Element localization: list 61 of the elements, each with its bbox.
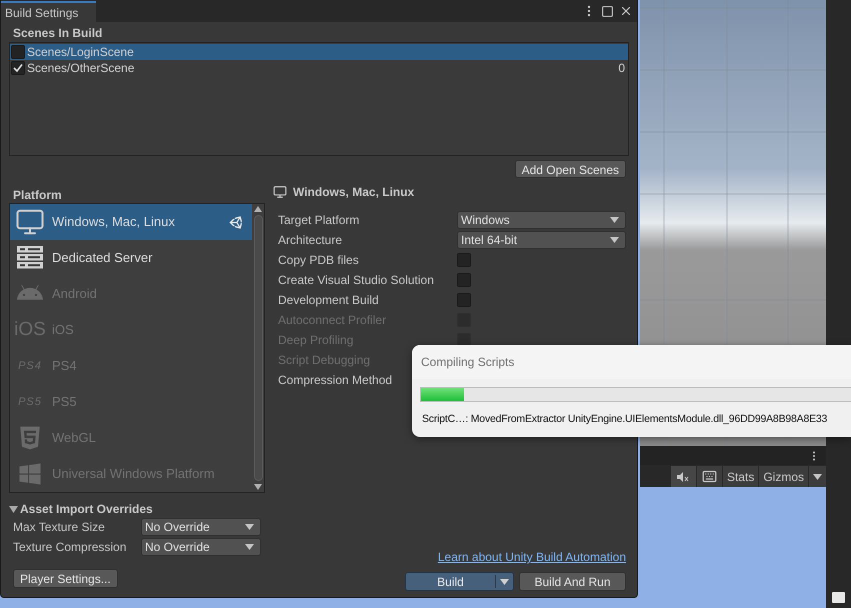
setting-label: Development Build xyxy=(278,293,379,307)
add-open-scenes-button[interactable]: Add Open Scenes xyxy=(514,160,626,178)
dropdown[interactable]: No Override xyxy=(141,538,261,556)
dropdown[interactable]: Windows xyxy=(457,211,626,229)
scroll-down-icon[interactable] xyxy=(254,484,262,490)
dropdown[interactable]: No Override xyxy=(141,518,261,536)
scene-name: Scenes/OtherScene xyxy=(27,60,136,77)
field-label: Texture Compression xyxy=(13,539,128,556)
checkbox[interactable] xyxy=(457,273,471,287)
scene-index: 0 xyxy=(618,60,625,77)
section-title: Scenes In Build xyxy=(12,25,104,42)
keyboard-button[interactable] xyxy=(696,466,722,487)
caret-icon xyxy=(245,544,254,550)
windows-icon xyxy=(18,462,42,486)
setting-label: Architecture xyxy=(278,233,342,247)
scene-row[interactable]: Scenes/OtherScene 0 xyxy=(10,60,628,76)
platform-item[interactable]: Dedicated Server xyxy=(10,240,252,276)
caret-icon xyxy=(245,524,254,530)
toolbar-button[interactable]: Stats xyxy=(722,466,758,487)
maximize-icon[interactable] xyxy=(601,4,614,18)
toolbar-button[interactable]: Gizmos xyxy=(759,466,808,487)
platform-name: Dedicated Server xyxy=(52,249,154,268)
window-tab[interactable]: Build Settings xyxy=(1,1,96,22)
speaker-muted-icon xyxy=(677,472,690,482)
build-automation-link[interactable]: Learn about Unity Build Automation xyxy=(438,548,626,566)
mute-audio-button[interactable] xyxy=(670,466,696,487)
gizmos-dropdown-button[interactable] xyxy=(809,466,826,487)
keyboard-icon xyxy=(702,469,717,484)
scrollbar[interactable] xyxy=(252,204,264,492)
checkbox[interactable] xyxy=(11,61,25,75)
checkbox[interactable] xyxy=(11,45,25,59)
monitor-icon xyxy=(15,207,45,237)
scene-row[interactable]: Scenes/LoginScene xyxy=(10,44,628,60)
checkbox[interactable] xyxy=(457,253,471,267)
section-title: Windows, Mac, Linux xyxy=(293,184,414,201)
setting-label: Compression Method xyxy=(278,373,392,387)
setting-label: Target Platform xyxy=(278,213,360,227)
scroll-up-icon[interactable] xyxy=(254,206,262,212)
scene-name: Scenes/LoginScene xyxy=(27,44,135,61)
caret-icon xyxy=(610,237,619,243)
caret-icon xyxy=(610,217,619,223)
monitor-icon xyxy=(273,185,287,199)
setting-label: Create Visual Studio Solution xyxy=(278,273,434,287)
dropdown[interactable]: Intel 64-bit xyxy=(457,231,626,249)
build-button[interactable]: Build xyxy=(405,572,514,591)
server-icon xyxy=(17,246,43,270)
checkbox[interactable] xyxy=(457,293,471,307)
foldout-arrow-icon xyxy=(9,504,18,514)
field-label: Max Texture Size xyxy=(13,519,106,536)
close-icon[interactable] xyxy=(619,4,633,18)
build-and-run-button[interactable]: Build And Run xyxy=(519,572,626,591)
caret-icon xyxy=(813,474,822,480)
platform-item[interactable]: Windows, Mac, Linux xyxy=(10,204,252,240)
player-settings-button[interactable]: Player Settings... xyxy=(13,569,118,588)
setting-label: Copy PDB files xyxy=(278,253,359,267)
platform-name: Windows, Mac, Linux xyxy=(52,213,176,232)
dialog-title: Compiling Scripts xyxy=(421,354,514,371)
caret-icon xyxy=(500,578,509,584)
foldout-header[interactable]: Asset Import Overrides xyxy=(9,501,265,517)
progress-message: ScriptC…: MovedFromExtractor UnityEngine.UIElementsModule.dll_96DD99A8B98A8E33 xyxy=(422,412,828,427)
section-title: Platform xyxy=(12,188,63,203)
